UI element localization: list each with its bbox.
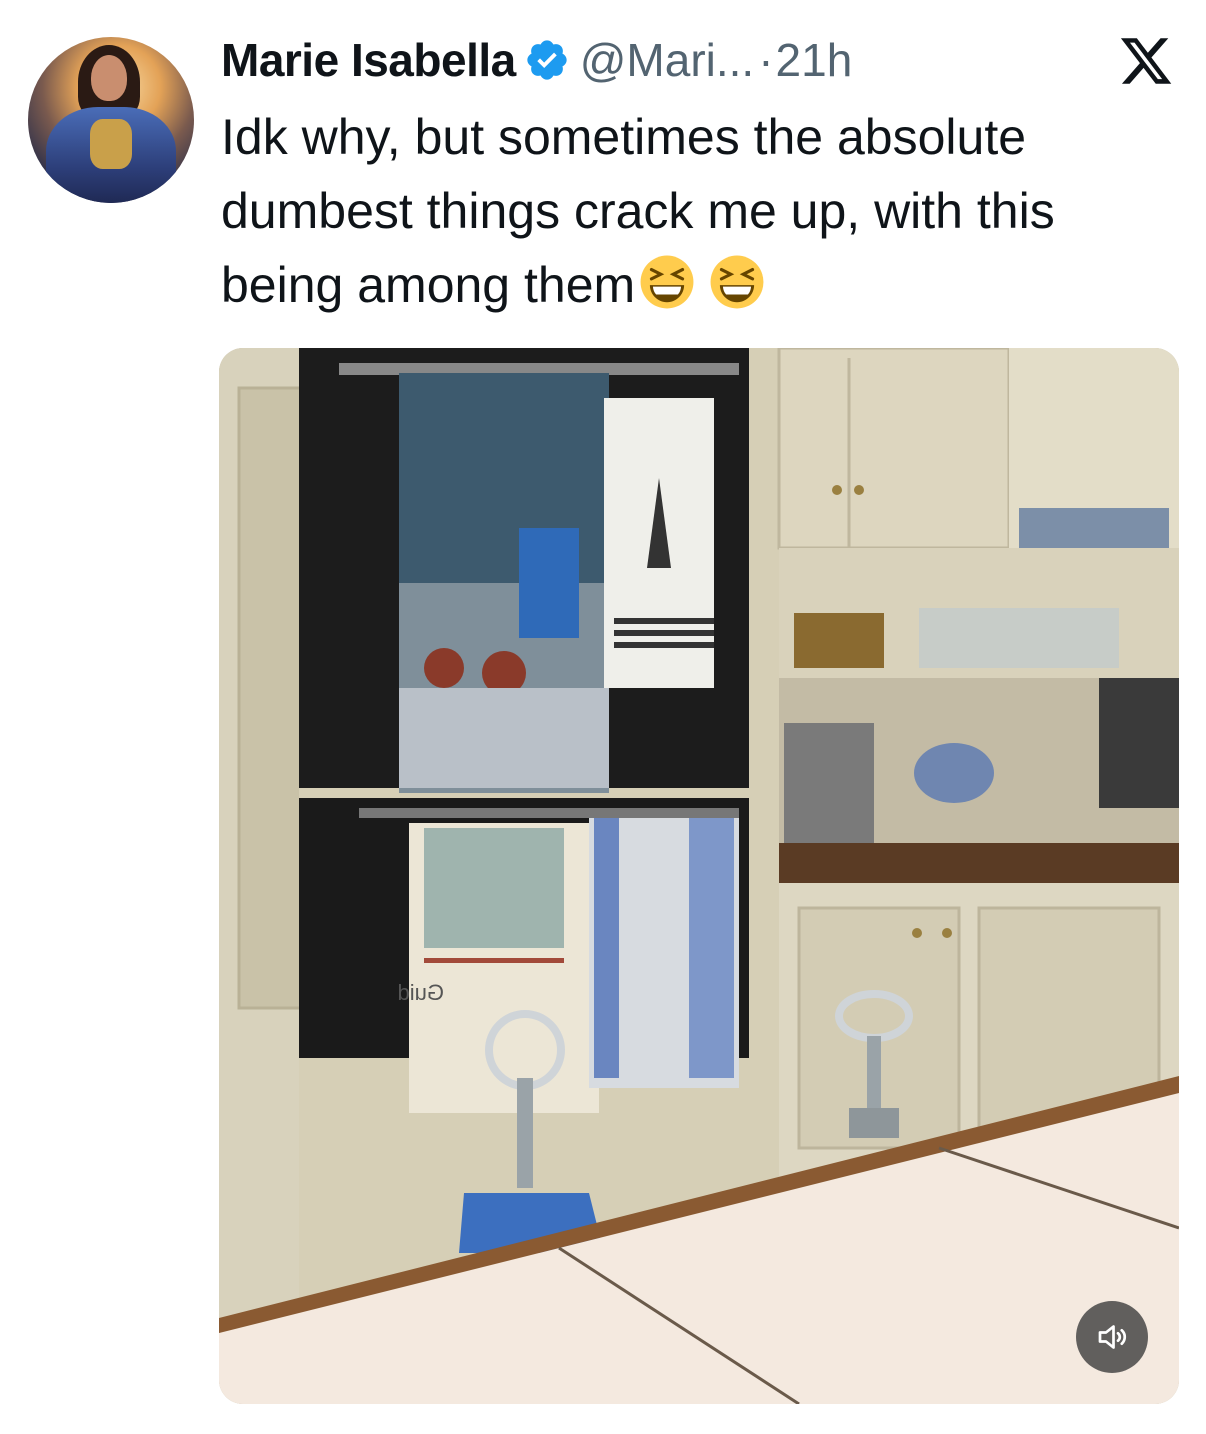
x-logo-icon[interactable] [1118,33,1174,89]
avatar-ornament [90,119,132,169]
verified-badge-icon [527,40,567,80]
author-handle[interactable]: @Mari... [580,33,754,87]
timestamp[interactable]: 21h [776,33,853,87]
avatar-face [91,55,127,101]
grinning-squinting-face-icon [640,255,694,309]
tweet-text: Idk why, but sometimes the absolute dumb… [221,100,1181,322]
grinning-squinting-face-icon [710,255,764,309]
tweet-header: Marie Isabella @Mari... · 21h [221,28,852,92]
separator-dot: · [758,34,774,86]
speaker-icon [1098,1325,1127,1349]
tweet-video[interactable]: Guid [219,348,1179,1404]
towel-label: Guid [398,980,444,1005]
sound-toggle-button[interactable] [1076,1301,1148,1373]
avatar[interactable] [28,37,194,203]
video-frame-kitchen: Guid [219,348,1179,1404]
tweet-body: Idk why, but sometimes the absolute dumb… [221,109,1055,313]
author-name[interactable]: Marie Isabella [221,33,516,87]
